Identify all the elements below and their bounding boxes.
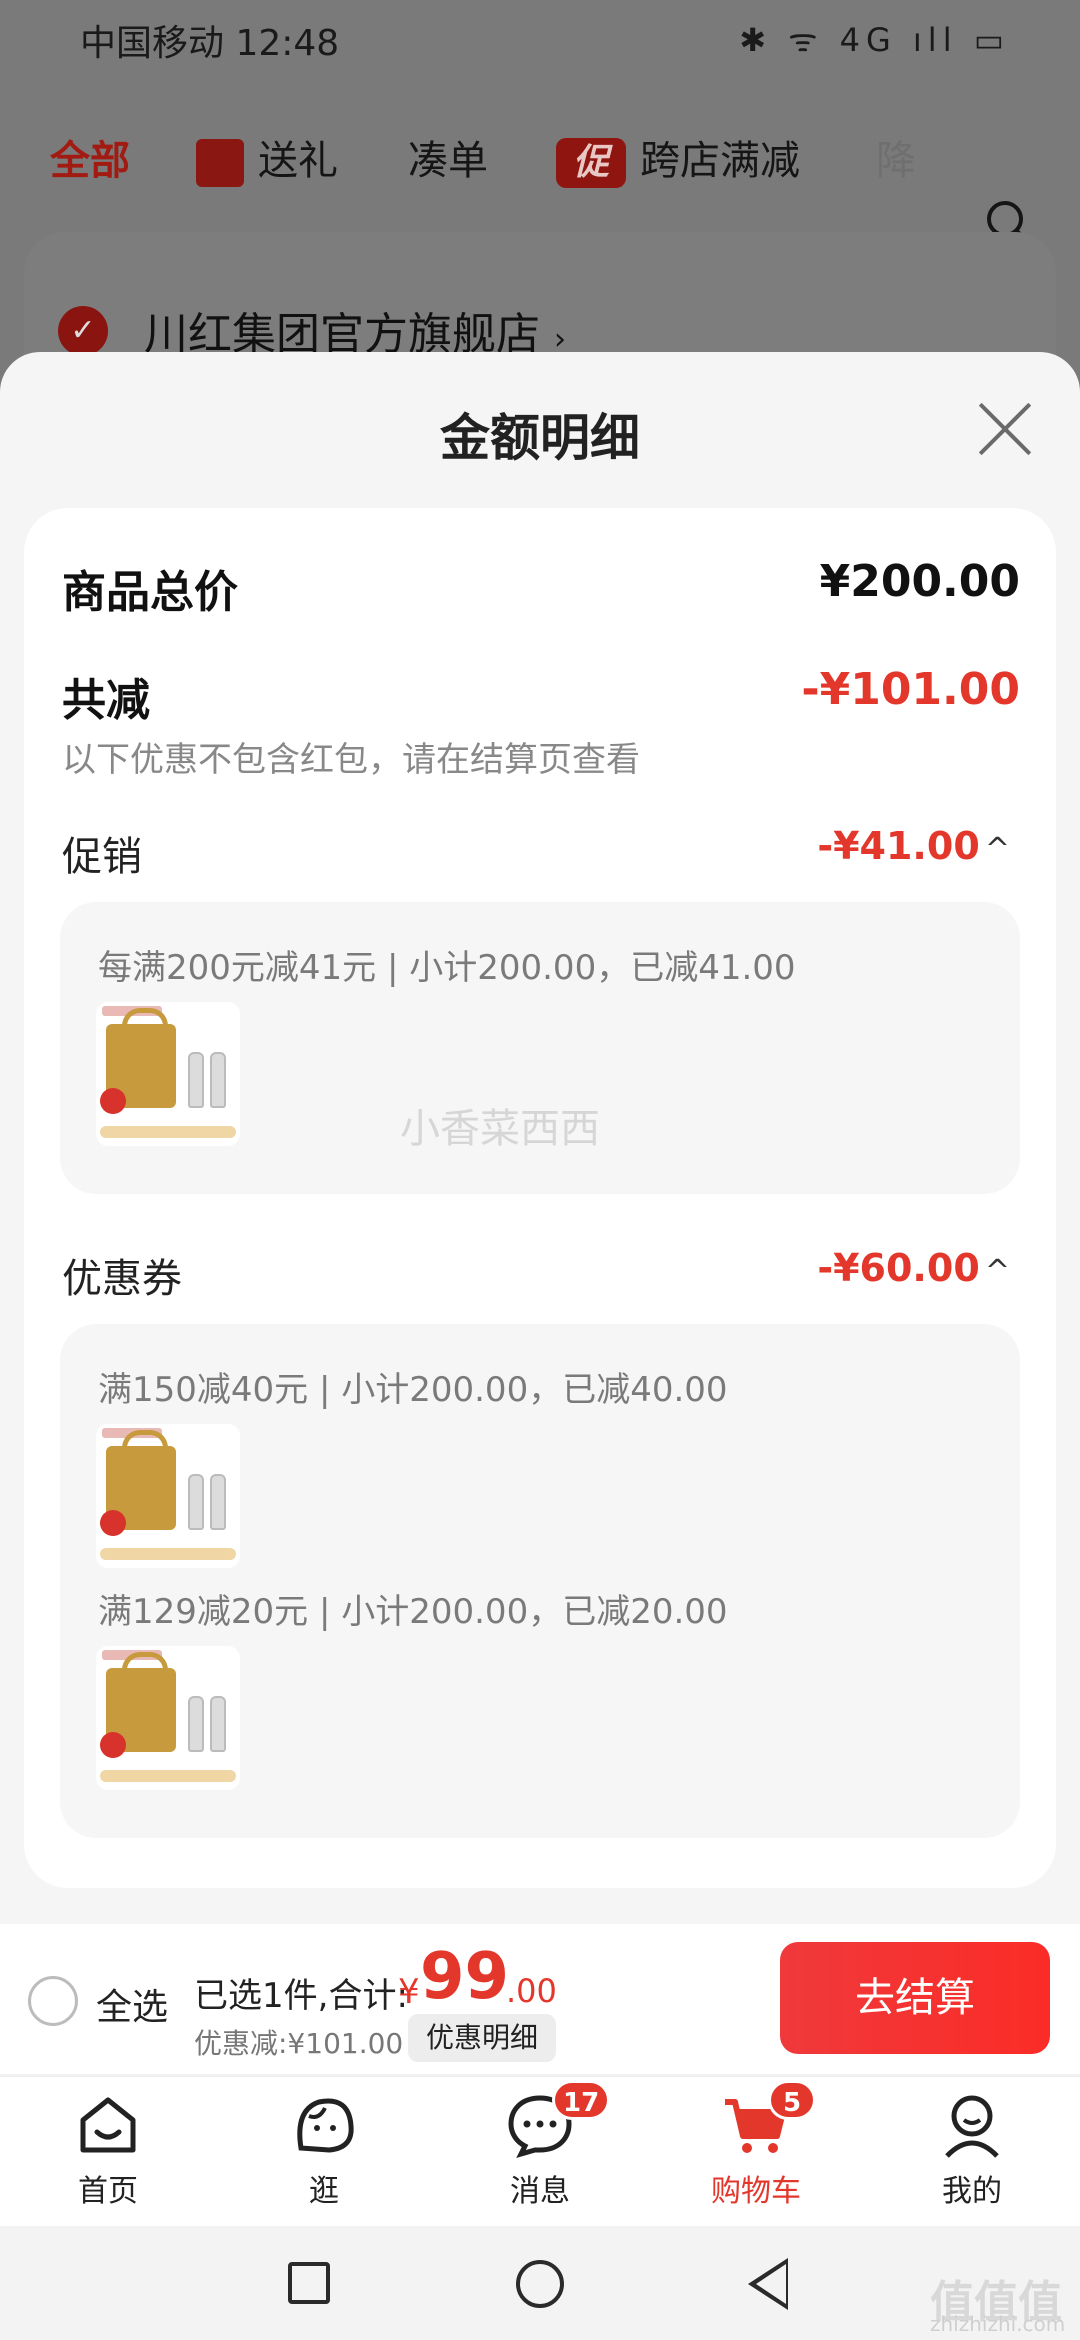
- coupon-label: 优惠券: [62, 1256, 182, 1302]
- discount-summary: 优惠减:¥101.00: [194, 2027, 404, 2060]
- price-integer: 99: [420, 1940, 510, 2014]
- select-all-radio[interactable]: [28, 1976, 78, 2026]
- chevron-up-icon: ^: [984, 1254, 1010, 1289]
- tab-message-label: 消息: [510, 2174, 570, 2209]
- tab-cart-label: 购物车: [711, 2174, 801, 2209]
- product-thumbnail[interactable]: [96, 1424, 240, 1568]
- tab-profile[interactable]: 我的: [902, 2090, 1042, 2210]
- home-button-icon[interactable]: [516, 2260, 564, 2308]
- selected-summary: 已选1件,合计:: [194, 1976, 408, 2016]
- tab-bundle[interactable]: 凑单: [408, 128, 488, 186]
- product-thumbnail[interactable]: [96, 1646, 240, 1790]
- recent-apps-icon[interactable]: [288, 2262, 330, 2304]
- select-all-label[interactable]: 全选: [96, 1978, 168, 2030]
- tab-gift-label: 送礼: [258, 138, 338, 184]
- message-badge: 17: [552, 2080, 611, 2120]
- tab-explore-label: 逛: [309, 2174, 339, 2209]
- store-check-icon[interactable]: ✓: [58, 306, 108, 356]
- corner-watermark-url: zhizhizhi.com: [930, 2312, 1066, 2336]
- watermark: 小香菜西西: [400, 1106, 600, 1152]
- home-icon: [80, 2097, 136, 2153]
- coupon-rule-line-2: 满129减20元 | 小计200.00，已减20.00: [98, 1592, 728, 1632]
- promo-label: 促销: [62, 834, 142, 880]
- back-icon-inner: [756, 2264, 786, 2304]
- reduce-value: -¥101.00: [801, 664, 1020, 715]
- tab-home[interactable]: 首页: [38, 2090, 178, 2210]
- top-nav: 全部 送礼 凑单 促跨店满减 降: [0, 72, 1080, 246]
- carrier-time: 中国移动 12:48: [80, 23, 340, 64]
- total-label: 商品总价: [62, 567, 238, 618]
- status-icons: ✱ ᯤ 4G ıll ▭: [739, 21, 1010, 59]
- sheet-title: 金额明细: [440, 409, 640, 467]
- reduce-note: 以下优惠不包含红包，请在结算页查看: [62, 740, 640, 780]
- close-icon[interactable]: [970, 394, 1040, 464]
- total-value: ¥200.00: [819, 556, 1020, 607]
- coupon-toggle[interactable]: -¥60.00 ^: [817, 1246, 1010, 1290]
- promo-value: -¥41.00: [817, 824, 980, 868]
- explore-icon: [297, 2098, 354, 2153]
- product-thumbnail[interactable]: [96, 1002, 240, 1146]
- tab-explore[interactable]: 逛: [254, 2090, 394, 2210]
- gift-icon: [196, 139, 244, 187]
- chevron-up-icon: ^: [984, 832, 1010, 867]
- profile-icon: [945, 2095, 999, 2158]
- promo-badge-icon: 促: [556, 138, 626, 188]
- tab-gift[interactable]: 送礼: [196, 128, 338, 187]
- tab-cross-store-label: 跨店满减: [640, 138, 800, 184]
- tab-all[interactable]: 全部: [50, 128, 130, 186]
- tab-price-drop[interactable]: 降: [876, 128, 916, 186]
- tab-home-label: 首页: [78, 2174, 138, 2209]
- coupon-rule-line-1: 满150减40元 | 小计200.00，已减40.00: [98, 1370, 728, 1410]
- coupon-value: -¥60.00: [817, 1246, 980, 1290]
- cart-badge: 5: [768, 2080, 816, 2120]
- price-decimal: .00: [506, 1972, 557, 2010]
- price-currency: ¥: [398, 1972, 420, 2012]
- tab-cross-store[interactable]: 促跨店满减: [556, 128, 800, 188]
- discount-detail-button[interactable]: 优惠明细: [408, 2014, 557, 2062]
- promo-rule-line: 每满200元减41元 | 小计200.00，已减41.00: [98, 948, 796, 988]
- status-bar: 中国移动 12:48 ✱ ᯤ 4G ıll ▭: [0, 0, 1080, 72]
- tab-profile-label: 我的: [942, 2174, 1002, 2209]
- promo-toggle[interactable]: -¥41.00 ^: [817, 824, 1010, 868]
- checkout-button[interactable]: 去结算: [780, 1942, 1050, 2054]
- reduce-label: 共减: [62, 675, 150, 726]
